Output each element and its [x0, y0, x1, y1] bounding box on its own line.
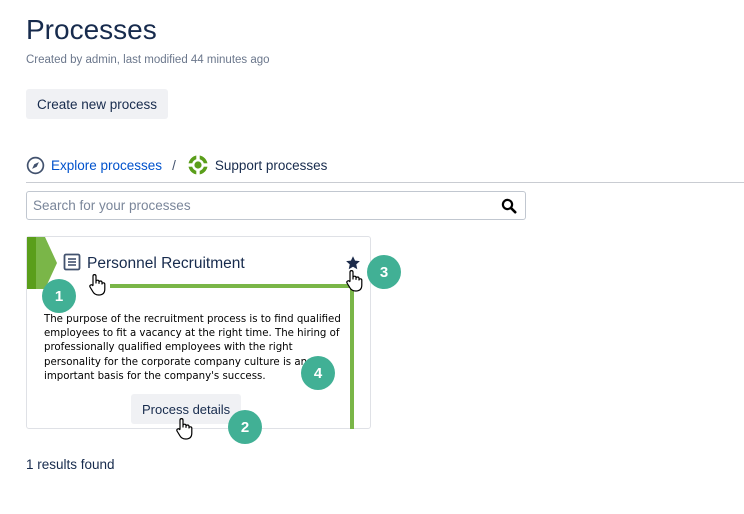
- hand-cursor-icon: [176, 418, 193, 440]
- process-card-title[interactable]: Personnel Recruitment: [87, 255, 245, 273]
- callout-badge-3: 3: [367, 255, 401, 289]
- search-box: [26, 191, 526, 220]
- hand-cursor-icon: [89, 274, 106, 296]
- callout-badge-2: 2: [228, 410, 262, 444]
- header-divider: [26, 182, 744, 183]
- breadcrumb-current-label: Support processes: [214, 157, 328, 173]
- breadcrumb: Explore processes / Support processes: [26, 154, 327, 176]
- highlight-frame-right: [350, 284, 354, 429]
- page-byline: Created by admin, last modified 44 minut…: [26, 54, 270, 66]
- lifebuoy-icon: [187, 155, 208, 175]
- hand-cursor-icon: [346, 270, 363, 292]
- breadcrumb-explore[interactable]: Explore processes: [26, 156, 162, 175]
- compass-icon: [26, 156, 45, 174]
- breadcrumb-separator: /: [172, 157, 176, 173]
- results-count: 1 results found: [26, 457, 115, 472]
- breadcrumb-current: Support processes: [187, 154, 328, 176]
- highlight-frame-top: [110, 284, 354, 288]
- document-icon: [63, 253, 81, 276]
- create-new-process-button[interactable]: Create new process: [26, 89, 169, 119]
- page-title: Processes: [26, 14, 157, 45]
- breadcrumb-explore-link[interactable]: Explore processes: [51, 158, 162, 173]
- magnifier-icon[interactable]: [501, 198, 517, 219]
- search-input[interactable]: [27, 192, 499, 219]
- callout-badge-1: 1: [42, 279, 76, 313]
- process-card: Personnel Recruitment The purpose of the…: [26, 236, 371, 429]
- process-card-description: The purpose of the recruitment process i…: [44, 314, 341, 382]
- callout-badge-4: 4: [301, 356, 335, 390]
